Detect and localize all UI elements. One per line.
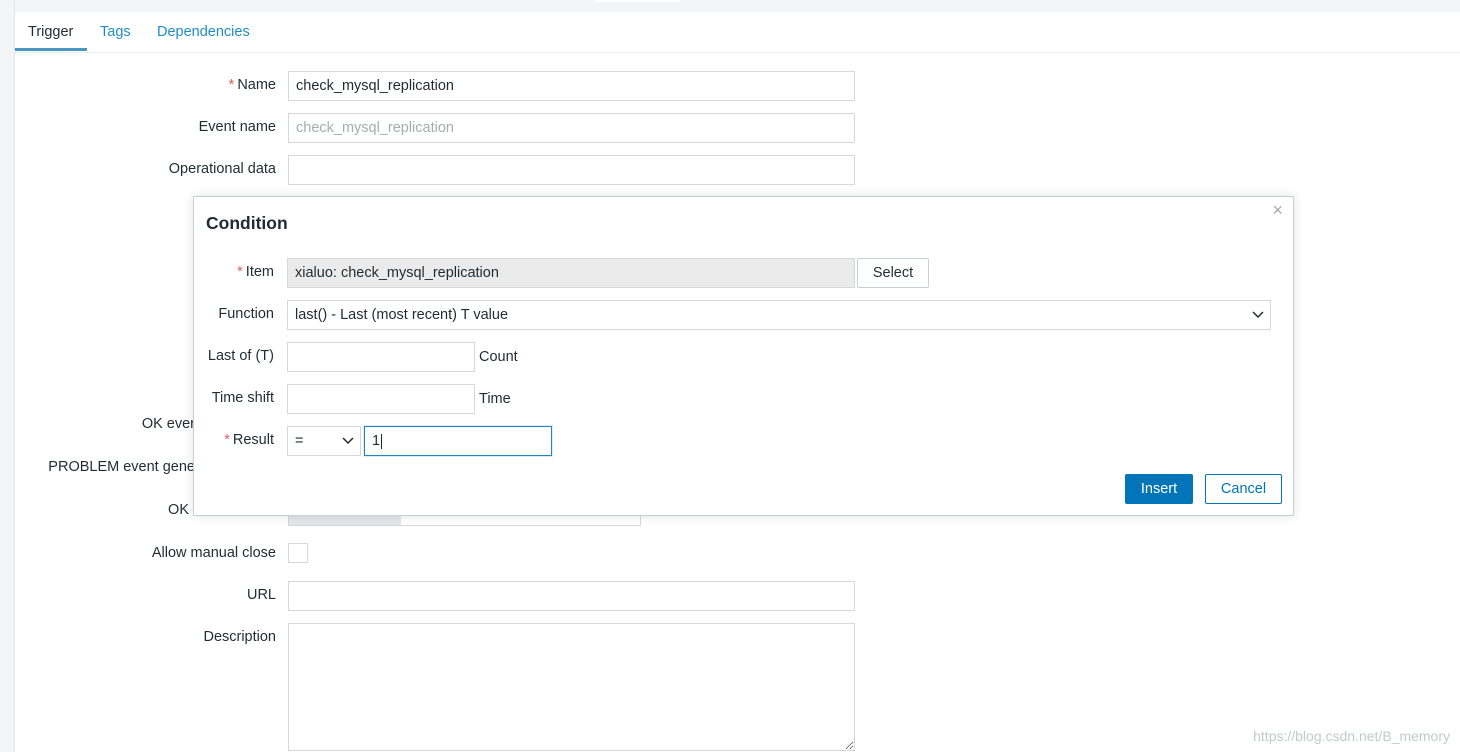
tab-trigger[interactable]: Trigger (28, 24, 73, 40)
time-shift-label: Time shift (211, 390, 274, 406)
dialog-title: Condition (206, 213, 288, 233)
operational-data-input[interactable] (288, 155, 855, 185)
required-marker: * (237, 264, 243, 280)
tab-tags[interactable]: Tags (100, 24, 131, 40)
problem-event-label: PROBLEM event gene (48, 459, 195, 475)
time-shift-unit: Time (479, 391, 511, 407)
result-label: * Result (224, 432, 274, 448)
url-input[interactable] (288, 581, 855, 611)
description-textarea[interactable] (288, 623, 855, 751)
event-name-input[interactable] (288, 113, 855, 143)
last-of-unit: Count (479, 349, 518, 365)
time-shift-input[interactable] (287, 384, 475, 414)
last-of-input[interactable] (287, 342, 475, 372)
condition-dialog: Condition × * Item xialuo: check_mysql_re… (193, 196, 1294, 516)
last-of-label: Last of (T) (207, 348, 274, 364)
close-icon[interactable]: × (1272, 200, 1283, 220)
result-value-input[interactable]: 1 (364, 426, 552, 456)
required-marker: * (228, 77, 235, 93)
chevron-down-icon (342, 437, 354, 445)
required-marker: * (224, 432, 230, 448)
ok-event-label: OK ever (141, 416, 195, 432)
tab-dependencies[interactable]: Dependencies (157, 24, 250, 40)
item-input: xialuo: check_mysql_replication (287, 258, 855, 288)
allow-manual-close-label: Allow manual close (151, 545, 276, 561)
text-caret (381, 433, 383, 449)
chevron-down-icon (1252, 311, 1264, 319)
description-label: Description (203, 629, 276, 645)
tab-active-indicator (15, 48, 87, 51)
cancel-button[interactable]: Cancel (1205, 474, 1282, 504)
page: Trigger Tags Dependencies *Name Event na… (0, 0, 1460, 752)
insert-button[interactable]: Insert (1125, 474, 1193, 504)
tab-bar: Trigger Tags Dependencies (15, 12, 1460, 53)
function-label: Function (218, 306, 274, 322)
name-input[interactable] (288, 71, 855, 101)
allow-manual-close-checkbox[interactable] (288, 543, 308, 563)
event-name-label: Event name (198, 119, 276, 135)
result-operator-select[interactable]: = (287, 426, 361, 456)
url-label: URL (246, 587, 276, 603)
item-label: * Item (237, 264, 274, 280)
left-edge (0, 0, 15, 752)
name-label: * Name (228, 77, 276, 93)
select-item-button[interactable]: Select (857, 258, 929, 288)
function-select[interactable]: last() - Last (most recent) T value (287, 300, 1271, 330)
top-strip (0, 0, 1460, 12)
watermark: https://blog.csdn.net/B_memory (1253, 728, 1450, 744)
ok-closes-label: OK (168, 502, 189, 518)
operational-data-label: Operational data (168, 161, 276, 177)
